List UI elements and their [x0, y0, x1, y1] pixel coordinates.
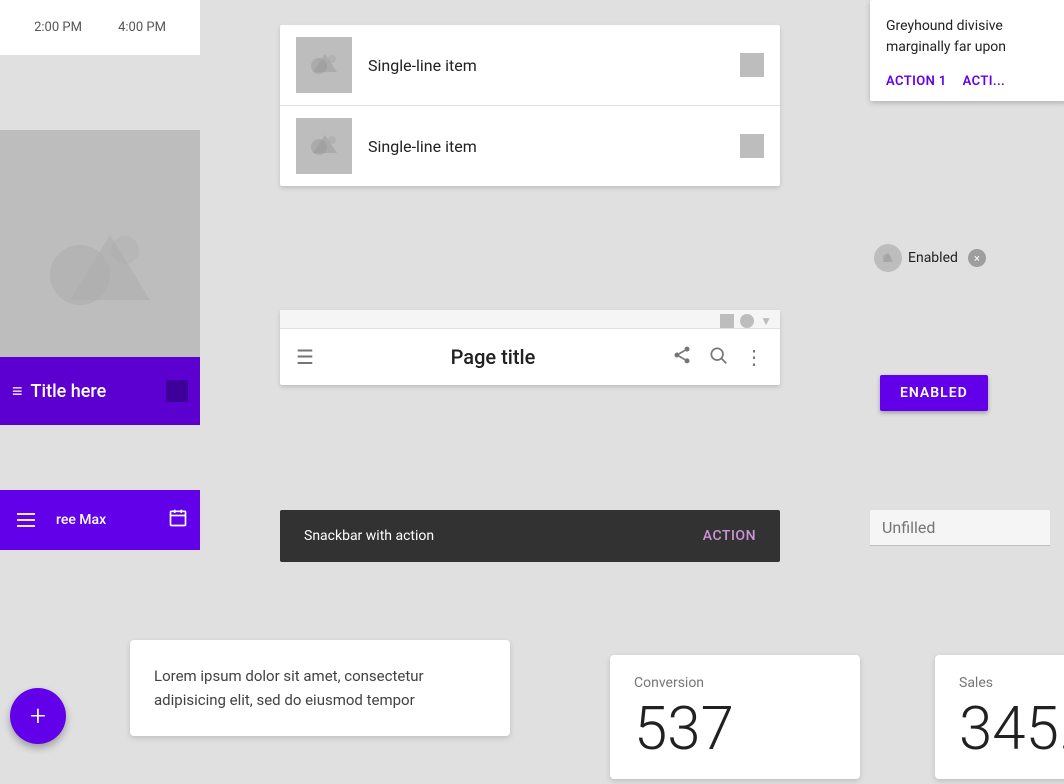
fab-button[interactable]: +: [10, 688, 66, 744]
chip-avatar: [874, 244, 902, 272]
list-action-icon-1[interactable]: [740, 53, 764, 77]
list-item-text-1: Single-line item: [368, 56, 724, 75]
lorem-card: Lorem ipsum dolor sit amet, consectetur …: [130, 640, 510, 736]
window-control-square: [720, 314, 734, 328]
tooltip-body: Greyhound divisive marginally far upon: [886, 16, 1054, 58]
chip-label: Enabled: [908, 250, 958, 266]
app-bar: ▼ ☰ Page title ⋮: [280, 310, 780, 385]
title-bar-icon: ≡: [12, 381, 23, 402]
title-bar: ≡ Title here: [0, 357, 200, 425]
list-card: Single-line item Single-line item: [280, 25, 780, 186]
tooltip-action-2[interactable]: ACTI...: [963, 74, 1006, 89]
fab-plus-icon: +: [30, 702, 46, 730]
snackbar-message: Snackbar with action: [304, 528, 703, 544]
more-vert-icon[interactable]: ⋮: [744, 345, 764, 369]
menu-icon[interactable]: ☰: [296, 345, 314, 369]
list-item[interactable]: Single-line item: [280, 25, 780, 106]
title-bar-text: Title here: [31, 381, 158, 402]
tooltip-action-1[interactable]: ACTION 1: [886, 74, 947, 89]
chip-close-icon[interactable]: ×: [968, 249, 986, 267]
share-icon[interactable]: [672, 345, 692, 370]
window-controls: ▼: [280, 310, 780, 329]
conversion-card: Conversion 537: [610, 655, 860, 779]
snackbar-action-button[interactable]: ACTION: [703, 528, 756, 544]
nav-label: ree Max: [56, 512, 106, 528]
purple-nav-bar[interactable]: ree Max: [0, 490, 200, 550]
unfilled-placeholder: Unfilled: [882, 518, 935, 537]
unfilled-input[interactable]: Unfilled: [870, 510, 1050, 546]
app-bar-title: Page title: [330, 345, 656, 369]
snackbar: Snackbar with action ACTION: [280, 510, 780, 562]
chip-enabled[interactable]: Enabled ×: [870, 240, 994, 276]
chip-row: Enabled ×: [870, 240, 994, 276]
sales-card: Sales 345.8: [935, 655, 1064, 779]
placeholder-icon: [40, 215, 160, 335]
list-action-icon-2[interactable]: [740, 134, 764, 158]
calendar-time-2: 4:00 PM: [118, 20, 166, 35]
nav-list-icon: [12, 506, 40, 534]
list-thumb-2: [296, 118, 352, 174]
nav-calendar-icon[interactable]: [168, 508, 188, 533]
window-control-circle: [740, 314, 754, 328]
sales-label: Sales: [959, 675, 1051, 691]
calendar-strip: 2:00 PM 4:00 PM: [0, 0, 200, 55]
conversion-label: Conversion: [634, 675, 836, 691]
app-bar-toolbar: ☰ Page title ⋮: [280, 329, 780, 385]
list-thumb-1: [296, 37, 352, 93]
calendar-time-1: 2:00 PM: [34, 20, 82, 35]
search-icon[interactable]: [708, 345, 728, 370]
tooltip-card: Greyhound divisive marginally far upon A…: [870, 0, 1064, 101]
window-control-down: ▼: [760, 314, 772, 328]
list-item[interactable]: Single-line item: [280, 106, 780, 186]
sales-value: 345.8: [959, 699, 1051, 759]
list-item-text-2: Single-line item: [368, 137, 724, 156]
lorem-text: Lorem ipsum dolor sit amet, consectetur …: [154, 664, 486, 712]
conversion-value: 537: [634, 699, 836, 759]
tooltip-actions: ACTION 1 ACTI...: [886, 74, 1054, 89]
title-bar-square: [166, 380, 188, 402]
enabled-button[interactable]: ENABLED: [880, 375, 988, 411]
